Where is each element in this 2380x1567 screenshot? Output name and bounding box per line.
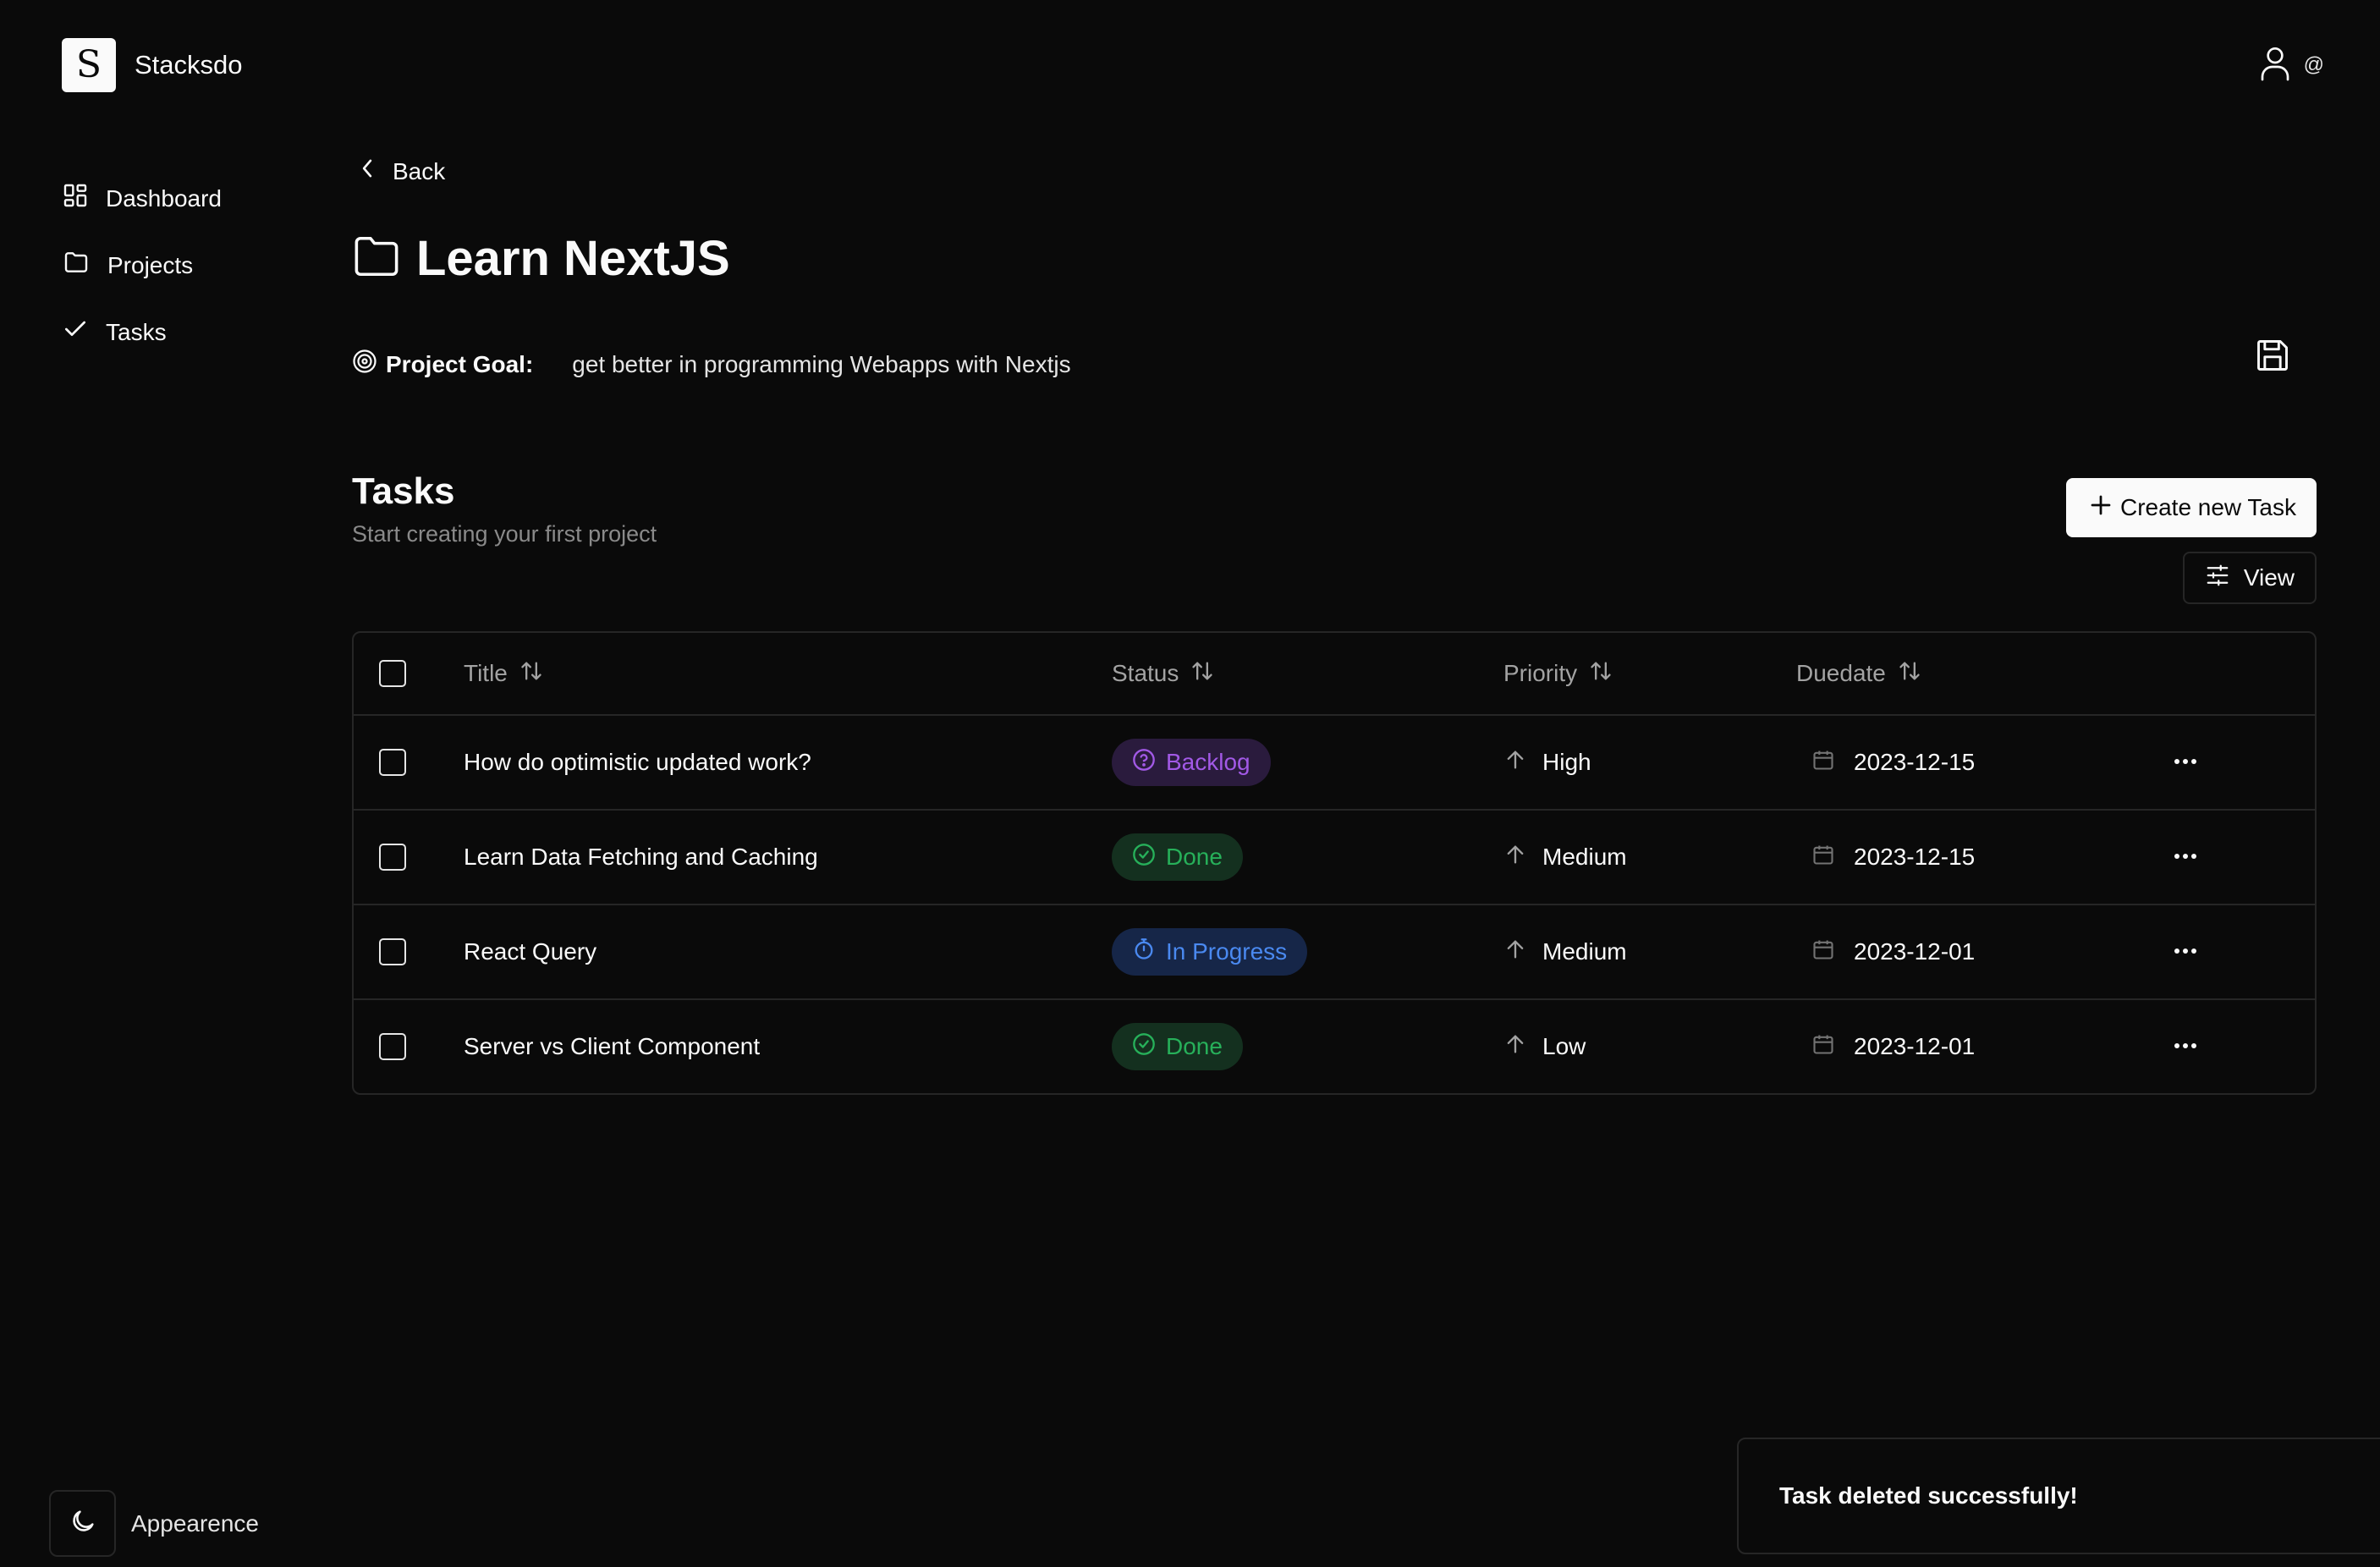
column-header-title[interactable]: Title [464, 659, 543, 689]
select-all-checkbox[interactable] [379, 660, 406, 687]
tasks-header: Tasks Start creating your first project [352, 470, 657, 547]
table-header-row: Title Status Priority Duedate [354, 633, 2315, 714]
check-circle-icon [1132, 843, 1156, 872]
folder-icon [62, 249, 91, 282]
sliders-icon [2205, 563, 2230, 594]
back-label: Back [393, 157, 446, 184]
due-date: 2023-12-15 [1854, 749, 1976, 775]
row-actions-button[interactable] [2152, 849, 2219, 865]
arrow-up-icon [1503, 1032, 1527, 1062]
sidebar-item-label: Tasks [106, 318, 167, 345]
task-title[interactable]: React Query [464, 938, 1112, 965]
due-date: 2023-12-01 [1854, 1033, 1976, 1059]
priority-label: Medium [1542, 938, 1627, 965]
timer-icon [1132, 937, 1156, 967]
sidebar-item-label: Projects [107, 251, 194, 278]
folder-icon [352, 234, 401, 283]
app-logo: S [62, 38, 116, 92]
priority-label: Low [1542, 1033, 1586, 1059]
project-goal-label: Project Goal: [352, 349, 533, 380]
tasks-subtitle: Start creating your first project [352, 521, 657, 547]
row-actions-button[interactable] [2152, 944, 2219, 959]
column-header-status[interactable]: Status [1112, 659, 1214, 689]
goal-label-text: Project Goal: [386, 350, 534, 377]
appearance-label: Appearence [131, 1509, 260, 1537]
create-task-button[interactable]: Create new Task [2065, 478, 2317, 537]
row-checkbox[interactable] [379, 749, 406, 776]
status-badge: Backlog [1112, 739, 1271, 786]
table-row[interactable]: Server vs Client Component Done Low 2023… [354, 998, 2315, 1093]
target-icon [352, 349, 377, 380]
project-goal-value[interactable]: get better in programming Webapps with N… [572, 351, 1070, 378]
check-icon [62, 316, 89, 349]
column-header-duedate[interactable]: Duedate [1796, 659, 1921, 689]
moon-icon [69, 1507, 97, 1540]
toast-message: Task deleted successfully! [1779, 1482, 2078, 1509]
calendar-icon [1811, 1032, 1835, 1062]
sidebar-item-projects[interactable]: Projects [62, 232, 316, 299]
view-label: View [2243, 564, 2295, 591]
appearance-toggle: Appearence [49, 1490, 259, 1557]
table-row[interactable]: React Query In Progress Medium 2023-12-0… [354, 904, 2315, 998]
due-date: 2023-12-01 [1854, 938, 1976, 965]
create-task-label: Create new Task [2119, 494, 2296, 520]
priority-label: High [1542, 749, 1591, 775]
sort-icon [1898, 659, 1921, 689]
row-checkbox[interactable] [379, 938, 406, 965]
tasks-table: Title Status Priority Duedate How do opt… [352, 631, 2317, 1095]
brand[interactable]: S Stacksdo [62, 38, 243, 92]
status-badge: Done [1112, 1023, 1243, 1070]
table-row[interactable]: How do optimistic updated work? Backlog [354, 714, 2315, 809]
row-checkbox[interactable] [379, 1033, 406, 1060]
calendar-icon [1811, 937, 1835, 967]
view-options-button[interactable]: View [2182, 552, 2317, 604]
project-goal: Project Goal: get better in programming … [352, 340, 2317, 380]
more-horizontal-icon [2173, 1039, 2198, 1054]
more-horizontal-icon [2173, 849, 2198, 865]
tasks-title: Tasks [352, 470, 455, 512]
help-circle-icon [1132, 748, 1156, 778]
save-icon[interactable] [2254, 337, 2291, 378]
theme-toggle-button[interactable] [49, 1490, 116, 1557]
more-horizontal-icon [2173, 944, 2198, 959]
project-title: Learn NextJS [416, 231, 730, 286]
arrow-up-icon [1503, 937, 1527, 967]
back-link[interactable]: Back [359, 157, 445, 185]
sidebar-item-label: Dashboard [106, 184, 222, 212]
toast-notification[interactable]: Task deleted successfully! [1737, 1438, 2380, 1554]
more-horizontal-icon [2173, 755, 2198, 770]
column-header-priority[interactable]: Priority [1503, 659, 1613, 689]
priority-label: Medium [1542, 844, 1627, 870]
task-title[interactable]: How do optimistic updated work? [464, 749, 1112, 776]
sort-icon [1190, 659, 1214, 689]
arrow-up-icon [1503, 843, 1527, 872]
user-menu[interactable]: @ [2258, 44, 2324, 85]
dashboard-icon [62, 182, 89, 215]
page-title: Learn NextJS [352, 230, 730, 287]
task-title[interactable]: Learn Data Fetching and Caching [464, 844, 1112, 871]
arrow-up-icon [1503, 748, 1527, 778]
calendar-icon [1811, 843, 1835, 872]
sidebar: Dashboard Projects Tasks [62, 165, 316, 366]
row-actions-button[interactable] [2152, 1039, 2219, 1054]
calendar-icon [1811, 748, 1835, 778]
row-checkbox[interactable] [379, 844, 406, 871]
status-badge: Done [1112, 833, 1243, 881]
check-circle-icon [1132, 1032, 1156, 1062]
status-badge: In Progress [1112, 928, 1308, 976]
chevron-left-icon [359, 157, 376, 185]
row-actions-button[interactable] [2152, 755, 2219, 770]
due-date: 2023-12-15 [1854, 844, 1976, 870]
user-handle: @ [2303, 52, 2324, 76]
task-title[interactable]: Server vs Client Component [464, 1033, 1112, 1060]
sort-icon [519, 659, 543, 689]
sidebar-item-dashboard[interactable]: Dashboard [62, 165, 316, 232]
plus-icon [2088, 492, 2113, 524]
app-root: S Stacksdo @ Dashboard Projects Tasks Ap… [0, 0, 2380, 1567]
sidebar-item-tasks[interactable]: Tasks [62, 299, 316, 366]
sort-icon [1589, 659, 1613, 689]
app-name: Stacksdo [135, 50, 243, 80]
user-icon[interactable] [2258, 44, 2292, 85]
table-row[interactable]: Learn Data Fetching and Caching Done Med… [354, 809, 2315, 904]
